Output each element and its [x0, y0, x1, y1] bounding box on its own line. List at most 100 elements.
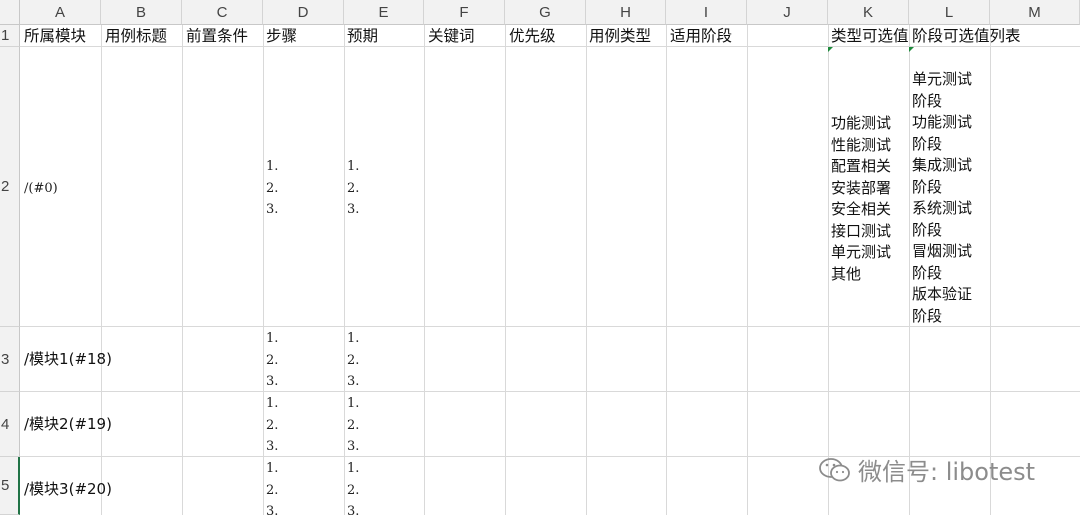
module-path: /(#0) [24, 181, 58, 196]
spreadsheet-grid[interactable]: A B C D E F G H I J K L M 1 2 3 4 5 所属模块… [0, 0, 1080, 519]
grid-line [747, 25, 748, 515]
type-option: 性能测试 [831, 135, 892, 154]
column-header-e[interactable]: E [344, 0, 424, 25]
select-all-corner[interactable] [0, 0, 20, 25]
type-option: 安全相关 [831, 200, 892, 218]
stage-option-line: 版本验证 [912, 285, 973, 303]
stage-option-line: 冒烟测试 [912, 242, 973, 260]
watermark-text: 微信号: libotest [858, 458, 1036, 486]
column-header-b[interactable]: B [101, 0, 182, 25]
step-item: 1. [266, 159, 279, 174]
stage-option-line: 阶段 [912, 91, 943, 110]
step-item: 3. [266, 504, 279, 519]
wechat-watermark: 微信号: libotest [818, 452, 1035, 487]
grid-line [909, 25, 910, 515]
expected-item: 3. [347, 202, 360, 217]
row-header-5[interactable]: 5 [0, 457, 20, 515]
cell-i1-stage-header[interactable]: 适用阶段 [670, 26, 732, 47]
column-header-i[interactable]: I [666, 0, 747, 25]
row-header-3[interactable]: 3 [0, 327, 20, 392]
grid-line [263, 25, 264, 515]
row-header-1[interactable]: 1 [0, 25, 20, 47]
expected-item: 2. [347, 180, 360, 196]
cell-e1-expected-header[interactable]: 预期 [347, 26, 378, 47]
column-header-c[interactable]: C [182, 0, 263, 25]
row-header-2[interactable]: 2 [0, 47, 20, 327]
cell-d2-steps[interactable]: 1. 2. 3. [266, 156, 278, 221]
row-header-4[interactable]: 4 [0, 392, 20, 457]
stage-option-line: 阶段 [912, 306, 943, 325]
step-item: 2. [266, 482, 279, 498]
stage-option-line: 阶段 [912, 177, 943, 196]
step-item: 2. [266, 417, 279, 433]
grid-line [101, 25, 102, 515]
step-item: 3. [266, 202, 279, 217]
grid-line [344, 25, 345, 515]
cell-e3-expected[interactable]: 1. 2. 3. [347, 328, 359, 393]
stage-option-line: 系统测试 [912, 199, 973, 217]
column-header-l[interactable]: L [909, 0, 990, 25]
comment-marker[interactable] [828, 47, 833, 52]
cell-c1-precondition-header[interactable]: 前置条件 [186, 26, 248, 47]
step-item: 3. [266, 439, 279, 454]
type-option: 接口测试 [831, 221, 892, 240]
stage-option-line: 阶段 [912, 134, 943, 153]
type-option: 其他 [831, 264, 862, 283]
expected-item: 2. [347, 352, 360, 368]
cell-d5-steps[interactable]: 1. 2. 3. [266, 458, 278, 523]
cell-e5-expected[interactable]: 1. 2. 3. [347, 458, 359, 523]
type-option: 功能测试 [831, 114, 892, 132]
column-header-m[interactable]: M [990, 0, 1080, 25]
expected-item: 3. [347, 374, 360, 389]
step-item: 2. [266, 352, 279, 368]
comment-marker[interactable] [909, 47, 914, 52]
expected-item: 1. [347, 331, 360, 346]
cell-a5-module[interactable]: /模块3(#20) [24, 479, 112, 501]
column-header-j[interactable]: J [747, 0, 828, 25]
column-header-a[interactable]: A [20, 0, 101, 25]
column-header-h[interactable]: H [586, 0, 666, 25]
step-item: 1. [266, 461, 279, 476]
expected-item: 2. [347, 482, 360, 498]
cell-g1-priority-header[interactable]: 优先级 [509, 26, 556, 47]
cell-h1-case-type-header[interactable]: 用例类型 [589, 26, 651, 47]
column-header-f[interactable]: F [424, 0, 505, 25]
type-option: 单元测试 [831, 243, 892, 261]
cell-b1-title-header[interactable]: 用例标题 [105, 26, 167, 47]
stage-option-line: 集成测试 [912, 156, 973, 174]
grid-line [424, 25, 425, 515]
cell-a3-module[interactable]: /模块1(#18) [24, 349, 112, 371]
cell-k1-type-options-header[interactable]: 类型可选值 [831, 26, 909, 47]
cell-d3-steps[interactable]: 1. 2. 3. [266, 328, 278, 393]
cell-d1-steps-header[interactable]: 步骤 [266, 26, 297, 47]
grid-line [20, 391, 1080, 392]
cell-l2-stage-options[interactable]: 单元测试 阶段 功能测试 阶段 集成测试 阶段 系统测试 阶段 冒烟测试 阶段 … [912, 69, 972, 327]
cell-l1-stage-options-header[interactable]: 阶段可选值列表 [912, 26, 1021, 47]
column-header-k[interactable]: K [828, 0, 909, 25]
grid-line [666, 25, 667, 515]
cell-d4-steps[interactable]: 1. 2. 3. [266, 393, 278, 458]
cell-a1-module-header[interactable]: 所属模块 [24, 26, 86, 47]
grid-line [586, 25, 587, 515]
expected-item: 1. [347, 396, 360, 411]
column-header-g[interactable]: G [505, 0, 586, 25]
expected-item: 3. [347, 439, 360, 454]
expected-item: 1. [347, 461, 360, 476]
type-option: 安装部署 [831, 178, 892, 197]
cell-a2-module[interactable]: /(#0) [24, 177, 58, 200]
step-item: 2. [266, 180, 279, 196]
cell-k2-type-options[interactable]: 功能测试 性能测试 配置相关 安装部署 安全相关 接口测试 单元测试 其他 [831, 113, 891, 285]
stage-option-line: 功能测试 [912, 113, 973, 131]
cell-a4-module[interactable]: /模块2(#19) [24, 414, 112, 436]
grid-line [990, 25, 991, 515]
grid-line [828, 25, 829, 515]
expected-item: 3. [347, 504, 360, 519]
cell-f1-keywords-header[interactable]: 关键词 [428, 26, 475, 47]
stage-option-line: 单元测试 [912, 70, 973, 88]
step-item: 1. [266, 331, 279, 346]
cell-e4-expected[interactable]: 1. 2. 3. [347, 393, 359, 458]
cell-e2-expected[interactable]: 1. 2. 3. [347, 156, 359, 221]
grid-line [182, 25, 183, 515]
step-item: 1. [266, 396, 279, 411]
column-header-d[interactable]: D [263, 0, 344, 25]
